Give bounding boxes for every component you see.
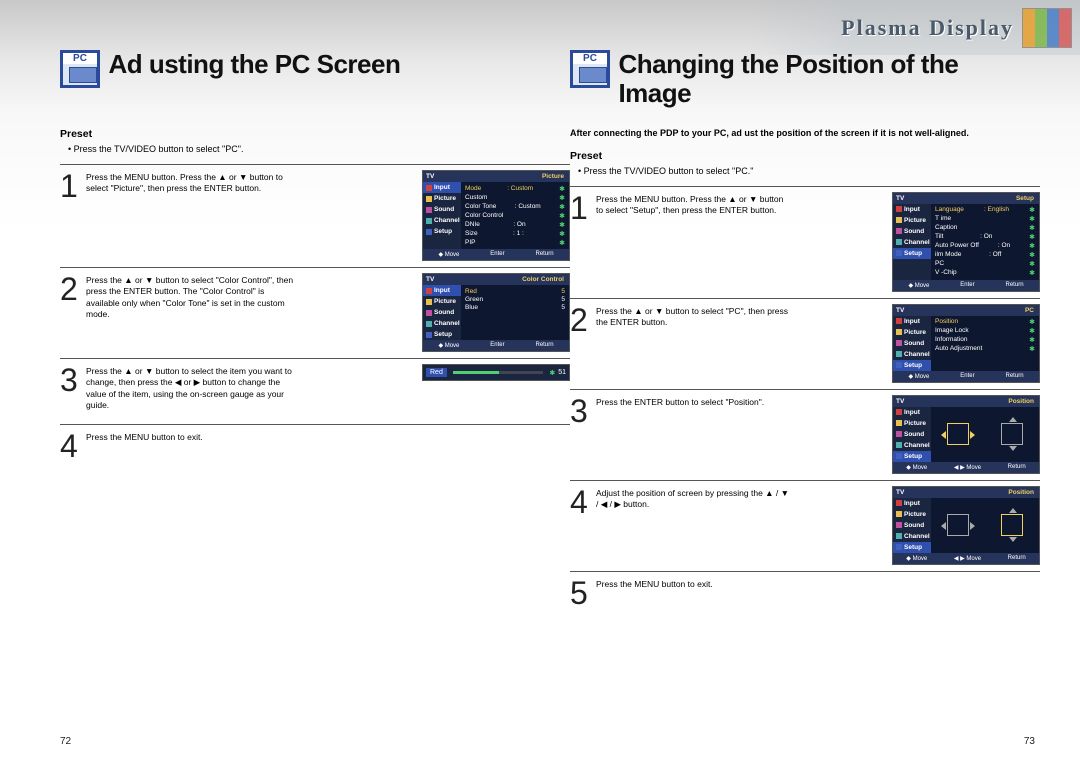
intro-text: After connecting the PDP to your PC, ad … xyxy=(570,127,1040,140)
page-72: PC Ad usting the PC Screen Preset • Pres… xyxy=(60,50,570,468)
step-2: 2 Press the ▲ or ▼ button to select "PC"… xyxy=(570,298,1040,383)
osd-setup-menu: TVSetup Input Picture Sound Channel Setu… xyxy=(892,192,1040,292)
preset-bullet: • Press the TV/VIDEO button to select "P… xyxy=(578,166,1040,176)
page-title: Changing the Position of the Image xyxy=(618,50,1018,107)
brand-title: Plasma Display xyxy=(841,15,1014,41)
preset-heading: Preset xyxy=(570,150,1040,162)
position-horizontal-icon xyxy=(947,514,969,536)
osd-slider: Red ✱ 51 xyxy=(422,364,570,381)
step-4: 4 Press the MENU button to exit. xyxy=(60,424,570,462)
pc-icon: PC xyxy=(570,50,610,88)
page-73: PC Changing the Position of the Image Af… xyxy=(570,50,1040,615)
monitor-icon xyxy=(579,67,607,83)
position-horizontal-icon xyxy=(947,423,969,445)
page-number: 72 xyxy=(60,736,71,747)
brand-banner: Plasma Display xyxy=(750,0,1080,55)
page-title: Ad usting the PC Screen xyxy=(108,50,400,79)
osd-color-control-menu: TVColor Control Input Picture Sound Chan… xyxy=(422,273,570,352)
position-vertical-icon xyxy=(1001,514,1023,536)
osd-position-adjust: TVPosition Input Picture Sound Channel S… xyxy=(892,486,1040,565)
step-2: 2 Press the ▲ or ▼ button to select "Col… xyxy=(60,267,570,352)
step-5: 5 Press the MENU button to exit. xyxy=(570,571,1040,609)
osd-position-menu: TVPosition Input Picture Sound Channel S… xyxy=(892,395,1040,474)
step-3: 3 Press the ▲ or ▼ button to select the … xyxy=(60,358,570,418)
preset-bullet: • Press the TV/VIDEO button to select "P… xyxy=(68,144,570,154)
step-3: 3 Press the ENTER button to select "Posi… xyxy=(570,389,1040,474)
step-4: 4 Adjust the position of screen by press… xyxy=(570,480,1040,565)
osd-picture-menu: TVPicture Input Picture Sound Channel Se… xyxy=(422,170,570,261)
color-swatch-icon xyxy=(1022,8,1072,48)
pc-icon: PC xyxy=(60,50,100,88)
monitor-icon xyxy=(69,67,97,83)
osd-pc-menu: TVPC Input Picture Sound Channel Setup P… xyxy=(892,304,1040,383)
page-number: 73 xyxy=(1024,736,1035,747)
step-1: 1 Press the MENU button. Press the ▲ or … xyxy=(60,164,570,261)
position-vertical-icon xyxy=(1001,423,1023,445)
preset-heading: Preset xyxy=(60,128,570,140)
step-1: 1 Press the MENU button. Press the ▲ or … xyxy=(570,186,1040,292)
